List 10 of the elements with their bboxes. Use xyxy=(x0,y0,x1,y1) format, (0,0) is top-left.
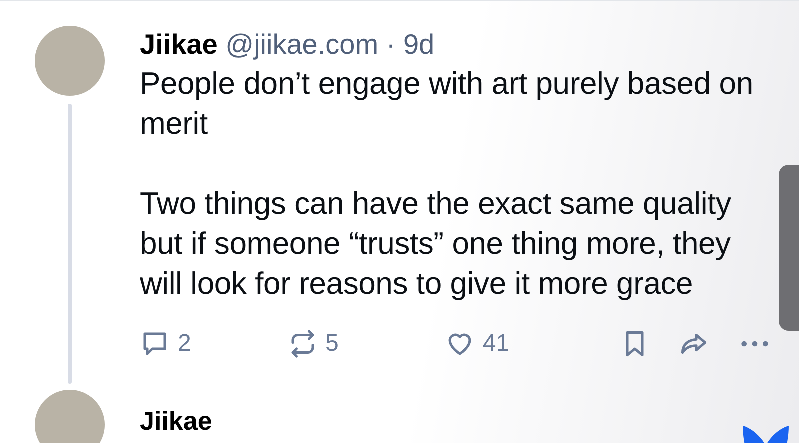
post-text: People don’t engage with art purely based on merit xyxy=(140,65,754,143)
reply-button[interactable]: 2 xyxy=(140,326,192,362)
author-name[interactable]: Jiikae xyxy=(140,402,212,443)
post-text: Two things can have the exact same quality but if someone “trusts” one thing more, they will look for reasons to give it more grace xyxy=(140,185,732,303)
author-handle[interactable]: @jiikae.com xyxy=(226,29,379,60)
author-name[interactable]: Jiikae xyxy=(140,29,218,60)
repost-button[interactable]: 5 xyxy=(288,326,339,362)
like-button[interactable]: 41 xyxy=(444,326,510,362)
post-time[interactable]: 9d xyxy=(403,29,435,60)
separator-dot: · xyxy=(386,29,396,60)
